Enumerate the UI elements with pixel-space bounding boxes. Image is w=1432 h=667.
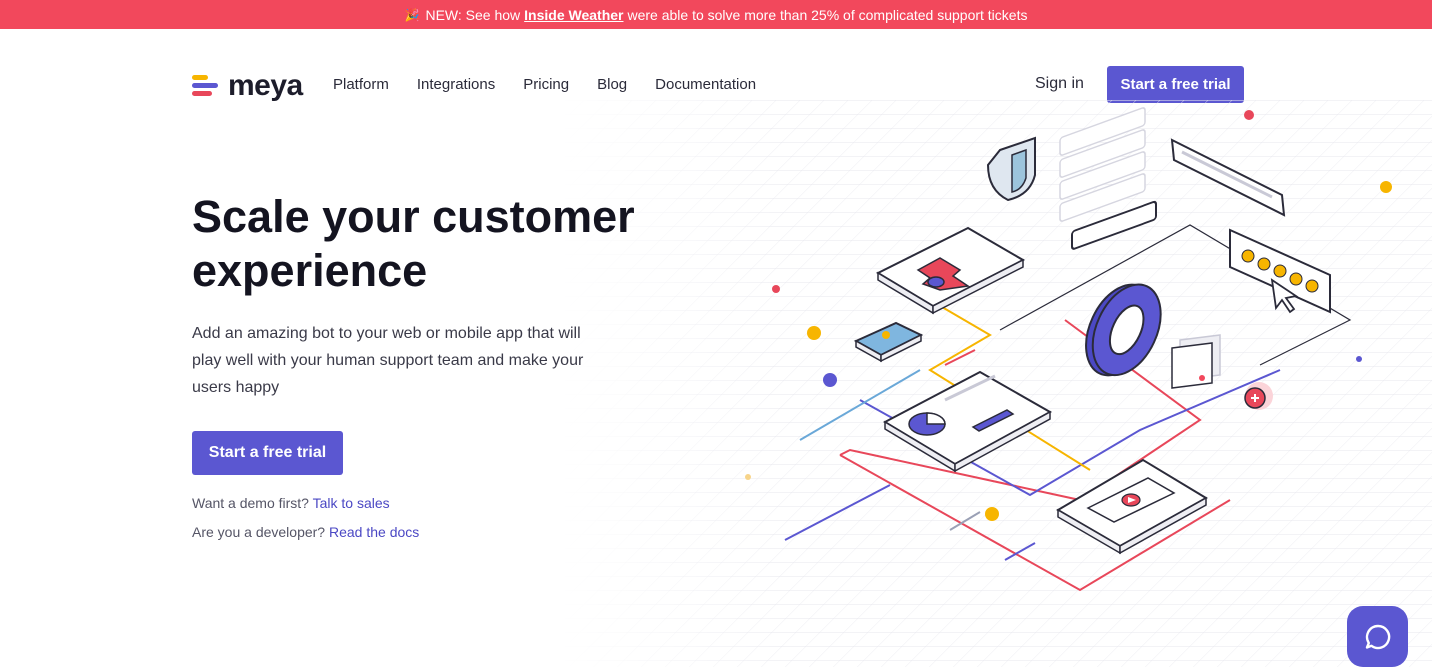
nav-item-documentation[interactable]: Documentation [655, 76, 756, 93]
nav-item-platform[interactable]: Platform [333, 76, 389, 93]
nav-item-pricing[interactable]: Pricing [523, 76, 569, 93]
hero-start-trial-button[interactable]: Start a free trial [192, 431, 343, 475]
banner-suffix: were able to solve more than 25% of comp… [627, 6, 1028, 23]
talk-to-sales-link[interactable]: Talk to sales [313, 495, 390, 511]
read-docs-link[interactable]: Read the docs [329, 524, 419, 540]
logo-wordmark: meya [228, 69, 303, 102]
hero-title: Scale your customer experience [192, 191, 635, 296]
sign-in-link[interactable]: Sign in [1035, 75, 1084, 93]
nav-start-trial-button[interactable]: Start a free trial [1107, 66, 1244, 103]
hero-illustration [560, 100, 1432, 667]
developer-prefix: Are you a developer? [192, 524, 326, 540]
developer-line: Are you a developer? Read the docs [192, 524, 419, 540]
meya-logo-icon [192, 73, 220, 99]
nav-item-blog[interactable]: Blog [597, 76, 627, 93]
banner-prefix: NEW: See how [425, 6, 521, 23]
hero-subtitle: Add an amazing bot to your web or mobile… [192, 325, 584, 396]
demo-line: Want a demo first? Talk to sales [192, 495, 390, 511]
announcement-banner: 🎉 NEW: See how Inside Weather were able … [0, 0, 1432, 29]
demo-prefix: Want a demo first? [192, 495, 309, 511]
party-icon: 🎉 [404, 7, 420, 22]
logo[interactable]: meya [192, 69, 303, 103]
chat-launcher-button[interactable] [1347, 606, 1408, 667]
nav-item-integrations[interactable]: Integrations [417, 76, 495, 93]
chat-bubble-icon [1365, 624, 1390, 649]
banner-link[interactable]: Inside Weather [524, 7, 623, 23]
main-menu: Platform Integrations Pricing Blog Docum… [333, 76, 756, 93]
